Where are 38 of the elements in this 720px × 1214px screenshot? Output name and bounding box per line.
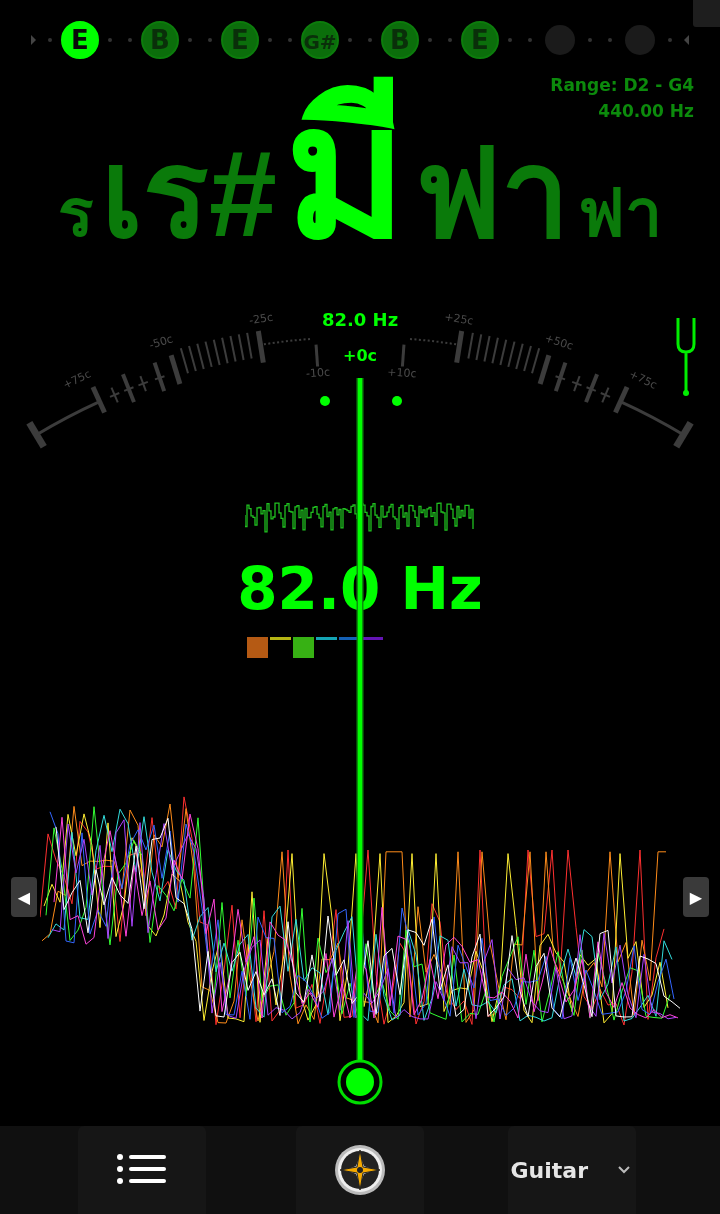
next-button[interactable]: ▶ <box>683 877 709 917</box>
note-name[interactable]: ฟา <box>414 133 570 255</box>
reference-pitch: 440.00 Hz <box>598 100 694 123</box>
empty-string-slot[interactable] <box>625 25 655 55</box>
note-name[interactable]: ร <box>58 180 94 246</box>
string-note[interactable]: G# <box>301 21 339 59</box>
note-name[interactable]: เร# <box>101 133 277 255</box>
menu-button[interactable] <box>78 1126 206 1214</box>
string-note[interactable]: E <box>61 21 99 59</box>
string-note[interactable]: B <box>141 21 179 59</box>
instrument-dropdown[interactable]: Guitar <box>508 1126 636 1214</box>
cent-label: +50c <box>543 331 575 353</box>
cent-label: +10c <box>386 365 417 381</box>
previous-button[interactable]: ◀ <box>11 877 37 917</box>
cent-label: +75c <box>60 367 93 392</box>
string-note[interactable]: E <box>461 21 499 59</box>
compass-icon <box>334 1144 386 1196</box>
range-label: Range: D2 - G4 <box>550 74 694 97</box>
menu-icon <box>117 1154 167 1186</box>
right-arrow-icon <box>684 35 689 45</box>
chevron-down-icon <box>618 1166 630 1174</box>
cent-label: -50c <box>147 332 175 352</box>
empty-string-slot[interactable] <box>545 25 575 55</box>
cents-reading: +0c <box>343 346 377 365</box>
cent-label: +75c <box>627 367 660 392</box>
indicator-dot <box>320 396 330 406</box>
compass-button[interactable] <box>296 1126 424 1214</box>
cent-label: -25c <box>248 310 274 328</box>
gauge-frequency: 82.0 Hz <box>321 309 399 330</box>
indicator-dot <box>392 396 402 406</box>
cent-label: -10c <box>305 365 331 381</box>
cent-label: +25c <box>443 310 475 328</box>
left-arrow-icon <box>31 35 36 45</box>
tuning-fork-icon <box>676 316 696 396</box>
note-name[interactable]: ฟา <box>577 180 662 246</box>
string-note[interactable]: E <box>221 21 259 59</box>
string-note[interactable]: B <box>381 21 419 59</box>
corner-button[interactable] <box>693 0 720 27</box>
